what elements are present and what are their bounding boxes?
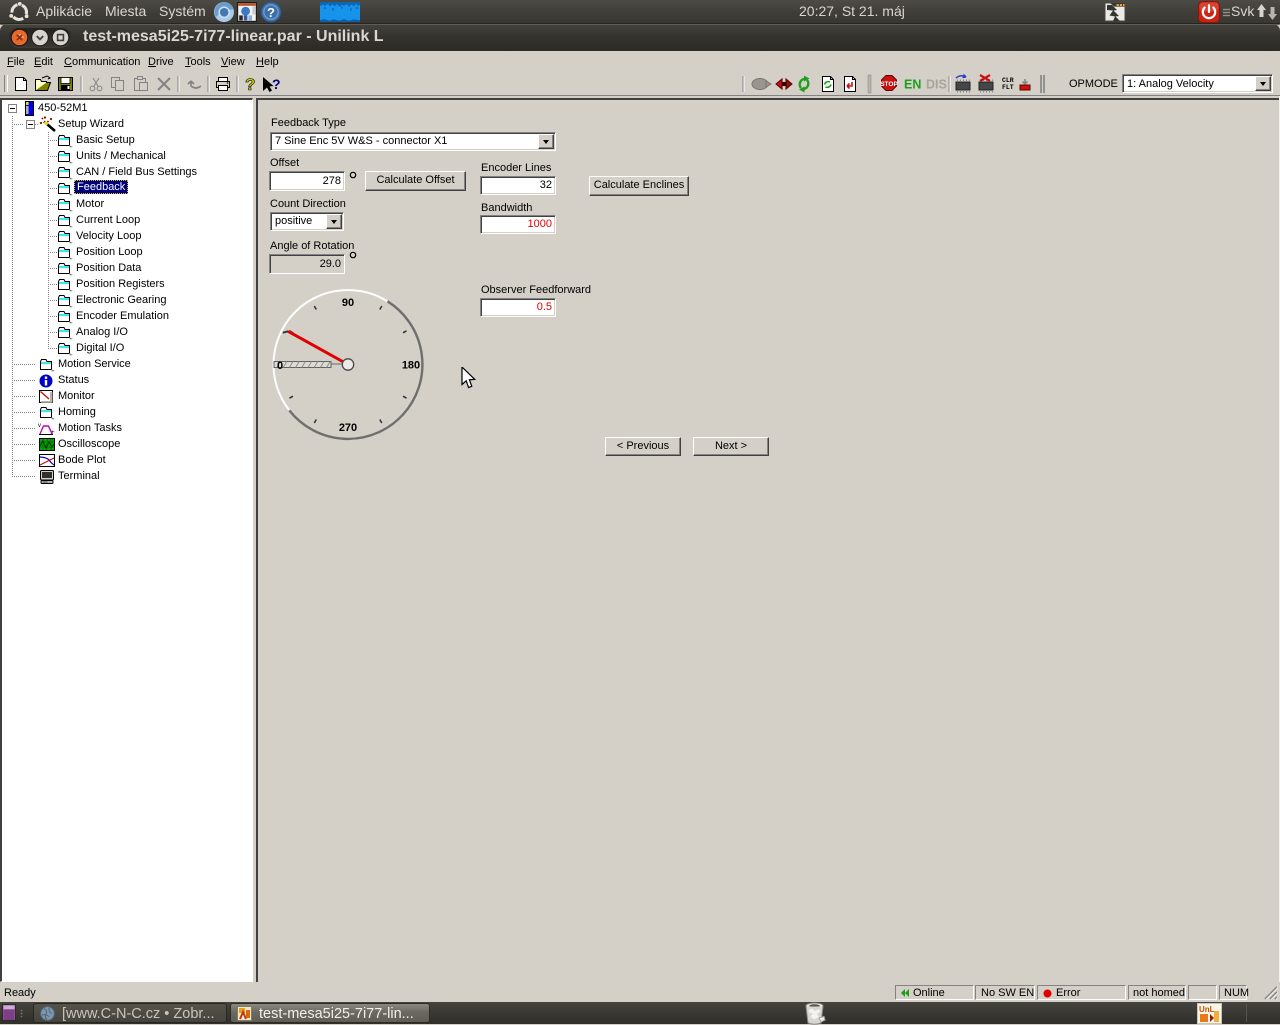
svg-text:?: ? — [267, 5, 275, 20]
svg-text:DIS: DIS — [926, 78, 947, 92]
svg-text:EN: EN — [904, 78, 921, 92]
svg-text:0: 0 — [277, 360, 283, 372]
svg-text:STOP: STOP — [880, 81, 898, 88]
svg-text:?: ? — [272, 76, 281, 92]
svg-text:?: ? — [245, 75, 255, 94]
svg-text:FLT: FLT — [1002, 84, 1014, 91]
svg-text:270: 270 — [339, 422, 357, 434]
svg-text:v: v — [38, 423, 41, 429]
svg-text:CLR: CLR — [1002, 77, 1014, 84]
svg-text:180: 180 — [402, 360, 420, 372]
svg-text:90: 90 — [342, 297, 354, 309]
svg-text:+: + — [51, 430, 55, 436]
svg-text:UnL: UnL — [1199, 1005, 1215, 1014]
